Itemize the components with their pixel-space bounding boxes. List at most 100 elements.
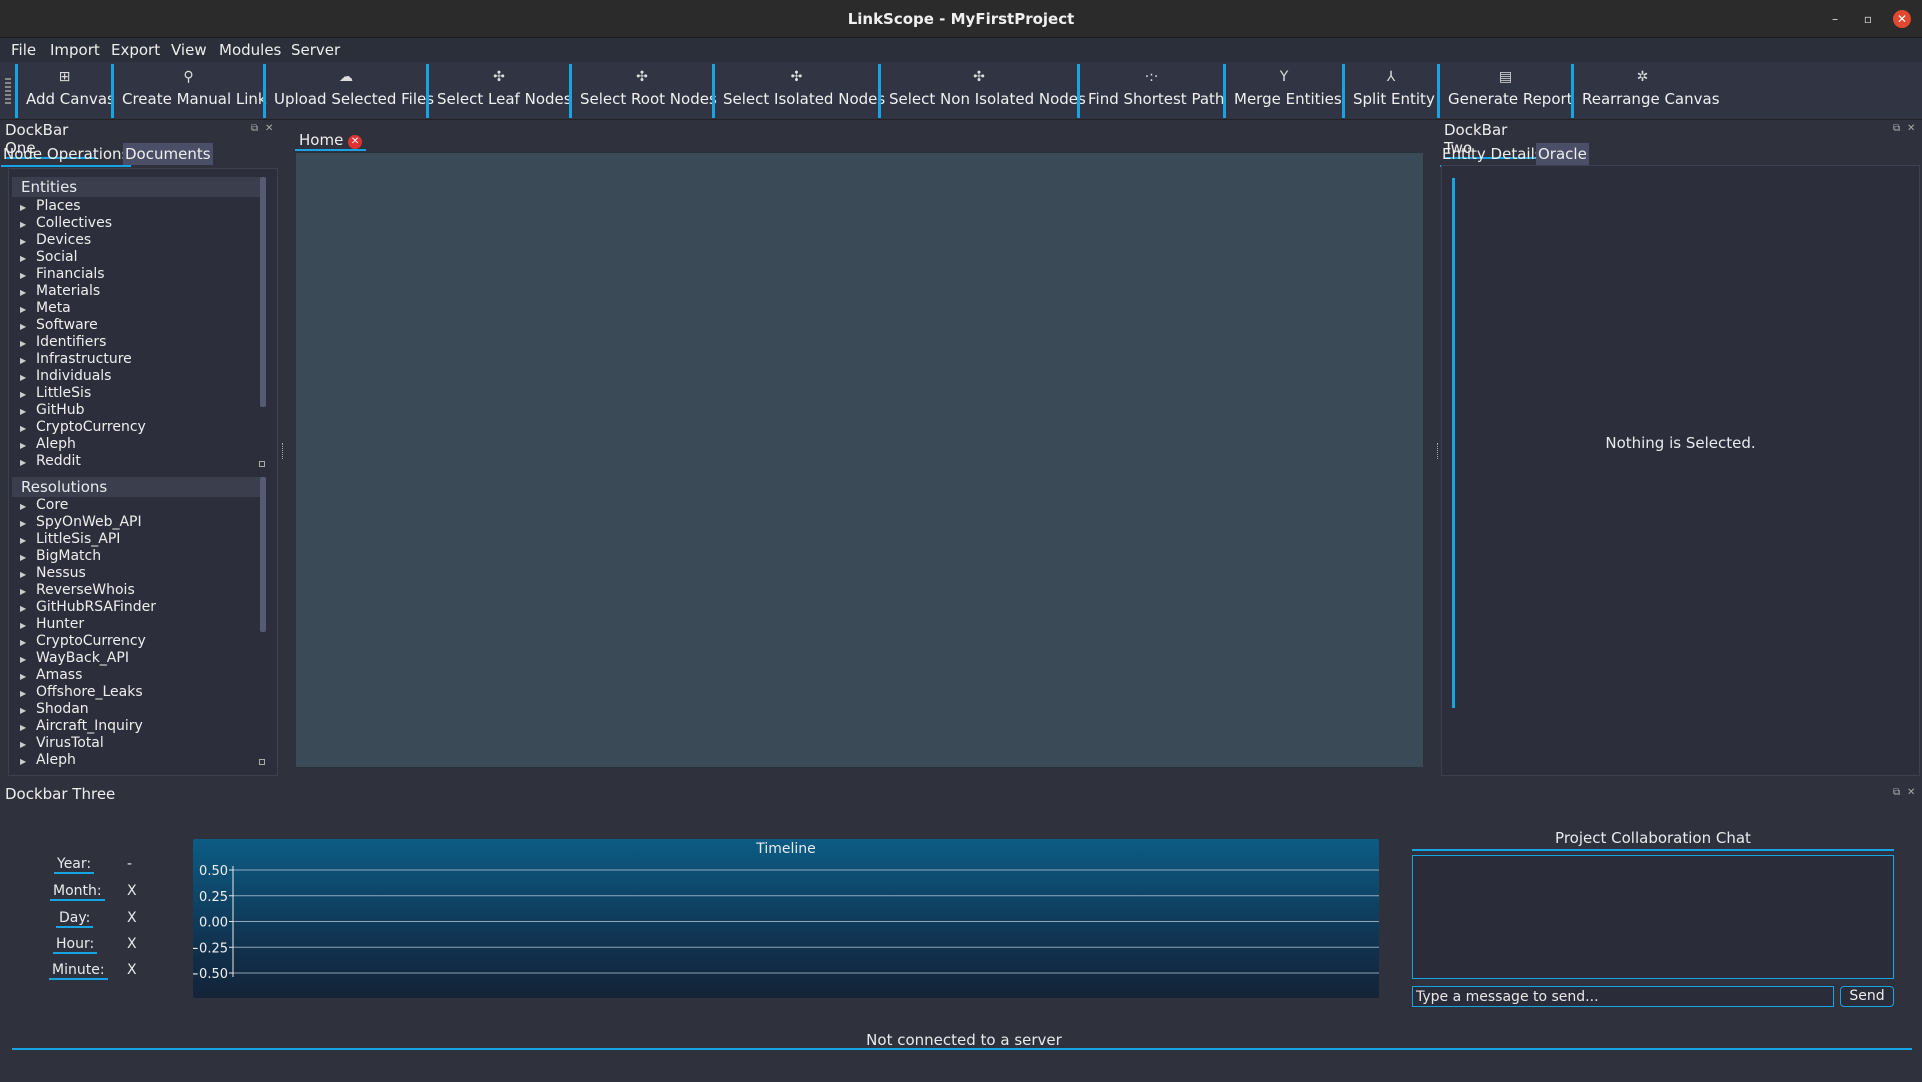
dock-three-close-icon[interactable]: ✕ [1907, 787, 1915, 798]
date-field-value[interactable]: - [127, 856, 132, 872]
expand-arrow-icon[interactable]: ▶ [20, 617, 36, 634]
entity-category-item[interactable]: ▶ Reddit [20, 453, 81, 470]
generate-report-button[interactable]: ▤ Generate Report [1437, 64, 1573, 118]
expand-arrow-icon[interactable]: ▶ [20, 301, 36, 318]
select-isolated-nodes-button[interactable]: ✣ Select Isolated Nodes [712, 64, 885, 118]
graph-canvas[interactable] [295, 152, 1424, 768]
resolution-item[interactable]: ▶ Nessus [20, 565, 86, 582]
resolution-item[interactable]: ▶ BigMatch [20, 548, 101, 565]
tab-documents[interactable]: Documents [123, 143, 213, 165]
dock-three-float-icon[interactable]: ⧉ [1893, 787, 1900, 798]
entity-category-item[interactable]: ▶ Identifiers [20, 334, 106, 351]
expand-arrow-icon[interactable]: ▶ [20, 369, 36, 386]
resolution-item[interactable]: ▶ VirusTotal [20, 735, 104, 752]
expand-arrow-icon[interactable]: ▶ [20, 233, 36, 250]
send-button[interactable]: Send [1840, 986, 1894, 1007]
expand-arrow-icon[interactable]: ▶ [20, 719, 36, 736]
resolution-item[interactable]: ▶ GitHubRSAFinder [20, 599, 156, 616]
expand-arrow-icon[interactable]: ▶ [20, 532, 36, 549]
right-splitter[interactable] [1437, 443, 1439, 459]
expand-arrow-icon[interactable]: ▶ [20, 549, 36, 566]
expand-arrow-icon[interactable]: ▶ [20, 454, 36, 471]
menu-server[interactable]: Server [291, 41, 340, 59]
entity-category-item[interactable]: ▶ GitHub [20, 402, 85, 419]
resolution-item[interactable]: ▶ WayBack_API [20, 650, 129, 667]
expand-arrow-icon[interactable]: ▶ [20, 634, 36, 651]
expand-arrow-icon[interactable]: ▶ [20, 685, 36, 702]
resolution-item[interactable]: ▶ Core [20, 497, 68, 514]
expand-arrow-icon[interactable]: ▶ [20, 702, 36, 719]
expand-arrow-icon[interactable]: ▶ [20, 583, 36, 600]
select-non-isolated-nodes-button[interactable]: ✣ Select Non Isolated Nodes [878, 64, 1086, 118]
create-manual-link-button[interactable]: ⚲ Create Manual Link [111, 64, 267, 118]
entity-category-item[interactable]: ▶ CryptoCurrency [20, 419, 146, 436]
chat-message-input[interactable] [1412, 986, 1834, 1007]
dock-two-float-icon[interactable]: ⧉ [1893, 123, 1900, 134]
resolution-item[interactable]: ▶ Offshore_Leaks [20, 684, 143, 701]
resolutions-resize-handle[interactable] [259, 759, 265, 765]
menu-import[interactable]: Import [50, 41, 100, 59]
add-canvas-button[interactable]: ⊞ Add Canvas [15, 64, 115, 118]
entity-category-item[interactable]: ▶ Infrastructure [20, 351, 132, 368]
entity-category-item[interactable]: ▶ Individuals [20, 368, 111, 385]
expand-arrow-icon[interactable]: ▶ [20, 566, 36, 583]
entity-category-item[interactable]: ▶ Financials [20, 266, 105, 283]
entities-resize-handle[interactable] [259, 461, 265, 467]
expand-arrow-icon[interactable]: ▶ [20, 284, 36, 301]
entities-scrollbar[interactable] [260, 177, 266, 407]
entity-category-item[interactable]: ▶ Social [20, 249, 78, 266]
minimize-icon[interactable]: – [1826, 10, 1844, 28]
expand-arrow-icon[interactable]: ▶ [20, 199, 36, 216]
entity-category-item[interactable]: ▶ Devices [20, 232, 91, 249]
menu-view[interactable]: View [171, 41, 207, 59]
entity-category-item[interactable]: ▶ Meta [20, 300, 71, 317]
expand-arrow-icon[interactable]: ▶ [20, 515, 36, 532]
entity-category-item[interactable]: ▶ LittleSis [20, 385, 91, 402]
timeline-svg[interactable]: 0.50 0.25 0.00 −0.25 −0.50 [193, 839, 1379, 998]
expand-arrow-icon[interactable]: ▶ [20, 600, 36, 617]
expand-arrow-icon[interactable]: ▶ [20, 753, 36, 770]
expand-arrow-icon[interactable]: ▶ [20, 736, 36, 753]
resolutions-scrollbar[interactable] [260, 477, 266, 632]
expand-arrow-icon[interactable]: ▶ [20, 216, 36, 233]
toolbar-grip[interactable] [5, 78, 11, 104]
expand-arrow-icon[interactable]: ▶ [20, 267, 36, 284]
tab-node-operations[interactable]: Node Operations [1, 143, 132, 167]
chat-messages[interactable] [1412, 855, 1894, 979]
close-icon[interactable]: ✕ [1893, 10, 1911, 28]
tab-entity-details[interactable]: Entity Details [1440, 143, 1545, 167]
date-field-value[interactable]: X [127, 910, 137, 926]
left-splitter[interactable] [282, 443, 284, 459]
split-entity-button[interactable]: ⅄ Split Entity [1342, 64, 1437, 118]
expand-arrow-icon[interactable]: ▶ [20, 335, 36, 352]
date-field-value[interactable]: X [127, 962, 137, 978]
expand-arrow-icon[interactable]: ▶ [20, 437, 36, 454]
select-leaf-nodes-button[interactable]: ✣ Select Leaf Nodes [426, 64, 572, 118]
tab-oracle[interactable]: Oracle [1536, 143, 1589, 165]
entity-category-item[interactable]: ▶ Collectives [20, 215, 112, 232]
expand-arrow-icon[interactable]: ▶ [20, 651, 36, 668]
menu-modules[interactable]: Modules [219, 41, 281, 59]
expand-arrow-icon[interactable]: ▶ [20, 318, 36, 335]
expand-arrow-icon[interactable]: ▶ [20, 668, 36, 685]
tab-close-icon[interactable]: ✕ [348, 135, 363, 149]
menu-file[interactable]: File [11, 41, 36, 59]
resolution-item[interactable]: ▶ LittleSis_API [20, 531, 120, 548]
resolution-item[interactable]: ▶ Amass [20, 667, 82, 684]
expand-arrow-icon[interactable]: ▶ [20, 403, 36, 420]
resolution-item[interactable]: ▶ ReverseWhois [20, 582, 135, 599]
resolution-item[interactable]: ▶ CryptoCurrency [20, 633, 146, 650]
entity-category-item[interactable]: ▶ Aleph [20, 436, 76, 453]
entity-category-item[interactable]: ▶ Materials [20, 283, 100, 300]
expand-arrow-icon[interactable]: ▶ [20, 420, 36, 437]
upload-selected-files-button[interactable]: ☁ Upload Selected Files [263, 64, 434, 118]
expand-arrow-icon[interactable]: ▶ [20, 250, 36, 267]
expand-arrow-icon[interactable]: ▶ [20, 386, 36, 403]
select-root-nodes-button[interactable]: ✣ Select Root Nodes [569, 64, 717, 118]
resolution-item[interactable]: ▶ SpyOnWeb_API [20, 514, 142, 531]
menu-export[interactable]: Export [111, 41, 160, 59]
find-shortest-path-button[interactable]: ·:· Find Shortest Path [1077, 64, 1224, 118]
date-field-value[interactable]: X [127, 883, 137, 899]
tab-home[interactable]: Home ✕ [295, 131, 367, 151]
expand-arrow-icon[interactable]: ▶ [20, 498, 36, 515]
